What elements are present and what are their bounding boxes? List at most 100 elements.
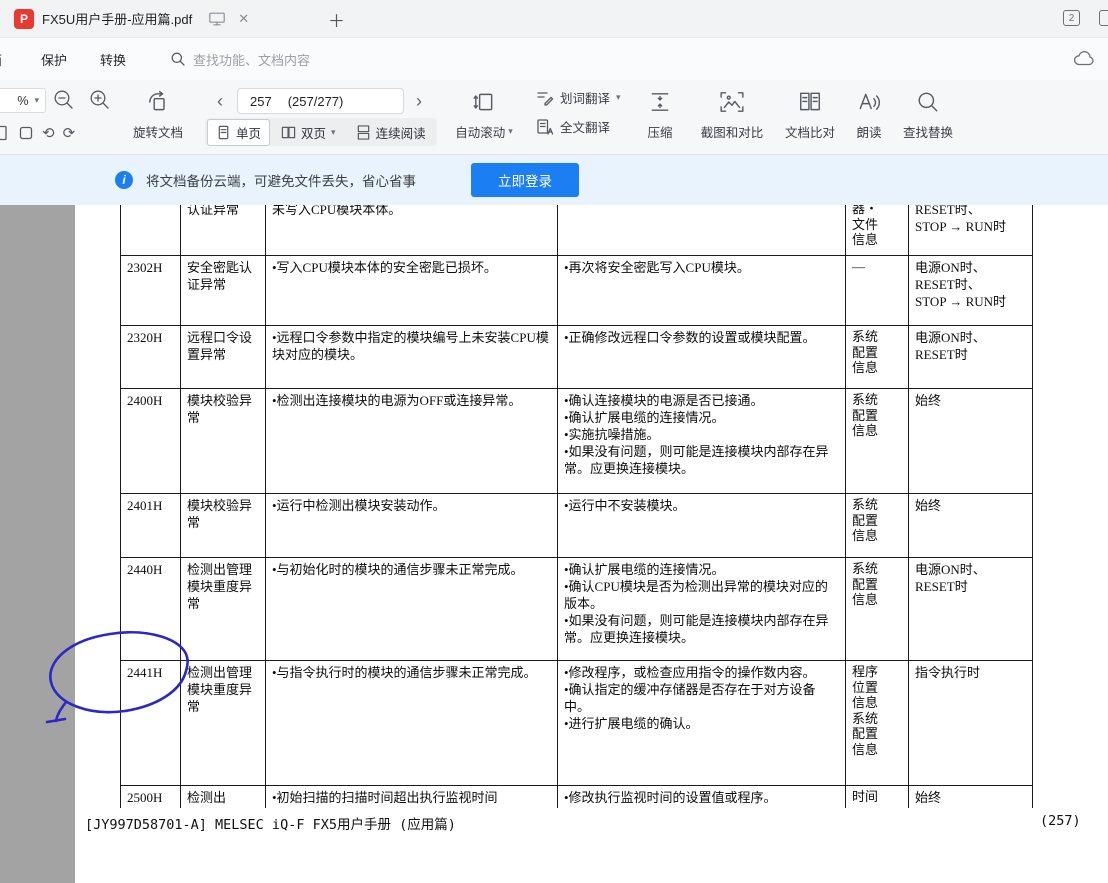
document-tab[interactable]: P FX5U用户手册-应用篇.pdf ✕ (0, 0, 259, 38)
chevron-down-icon: ▾ (34, 95, 39, 106)
cell-timing: 指令执行时 (909, 661, 1033, 786)
search-input[interactable]: 查找功能、文档内容 (170, 50, 310, 69)
login-button[interactable]: 立即登录 (471, 163, 579, 197)
zoom-level-select[interactable]: % ▾ (0, 88, 46, 113)
cell-error-name: 安全密匙认证异常 (181, 256, 266, 326)
auto-scroll-button[interactable]: 自动滚动▾ (445, 90, 523, 141)
find-replace-button[interactable]: 查找替换 (888, 90, 968, 141)
screenshot-compare-icon (719, 90, 745, 114)
cell-related-info: — (846, 256, 909, 326)
full-translate-icon (536, 118, 554, 136)
screenshot-compare-button[interactable]: 截图和对比 (692, 90, 772, 141)
page-footer-left: [JY997D58701-A] MELSEC iQ-F FX5用户手册 (应用篇… (85, 813, 456, 833)
cloud-sync-icon[interactable] (1072, 50, 1096, 68)
search-icon (170, 51, 186, 67)
read-aloud-button[interactable]: 朗读 (845, 90, 893, 141)
hand-tool-icon[interactable] (18, 125, 34, 141)
document-compare-button[interactable]: 文档比对 (770, 90, 850, 141)
table-row: 2400H模块校验异常•检测出连接模块的电源为OFF或连接异常。•确认连接模块的… (121, 389, 1033, 494)
table-row: 2440H检测出管理模块重度异常•与初始化时的模块的通信步骤未正常完成。•确认扩… (121, 558, 1033, 661)
cell-description: •初始扫描的扫描时间超出执行监视时间 (266, 786, 558, 809)
double-page-button[interactable]: 双页 ▾ (272, 119, 345, 146)
cell-error-name: 认证异常 (181, 205, 266, 256)
new-tab-button[interactable]: ＋ (328, 7, 345, 32)
rotate-document-button[interactable]: 旋转文档 (129, 90, 187, 141)
pdf-table-body: 认证异常未写入CPU模块本体。器・ 文件 信息RESET时、 STOP → RU… (121, 205, 1033, 808)
double-page-icon (281, 125, 296, 140)
quick-tools: ⟲ ⟳ (0, 124, 75, 142)
continuous-read-button[interactable]: 连续阅读 (347, 119, 435, 146)
cell-description: •与指令执行时的模块的通信步骤未正常完成。 (266, 661, 558, 786)
cell-action: •确认连接模块的电源是否已接通。•确认扩展电缆的连接情况。•实施抗噪措施。•如果… (558, 389, 846, 494)
menu-item-protect[interactable]: 保护 (41, 50, 67, 69)
workspace-icon[interactable]: 2 (1063, 10, 1080, 26)
zoom-out-button[interactable] (52, 88, 75, 111)
undo-button[interactable]: ⟲ (42, 124, 55, 142)
next-page-button[interactable]: › (416, 92, 422, 110)
menu-bar: 面 保护 转换 查找功能、文档内容 (0, 38, 1108, 80)
window-control-icon[interactable] (1099, 10, 1108, 26)
zoom-value: % (17, 94, 28, 108)
cell-timing: 电源ON时、 RESET时 (909, 558, 1033, 661)
cell-timing: 始终 (909, 786, 1033, 809)
cell-error-code: 2441H (121, 661, 181, 786)
page-number-box[interactable]: 257 (257/277) (237, 88, 404, 114)
zoom-in-button[interactable] (88, 88, 111, 111)
cell-action: •运行中不安装模块。 (558, 494, 846, 558)
single-page-icon (216, 125, 231, 140)
table-row: 认证异常未写入CPU模块本体。器・ 文件 信息RESET时、 STOP → RU… (121, 205, 1033, 256)
cell-action: •修改执行监视时间的设置值或程序。 (558, 786, 846, 809)
find-replace-icon (916, 90, 940, 114)
banner-message: 将文档备份云端，可避免文件丢失，省心省事 (146, 170, 416, 190)
tab-title: FX5U用户手册-应用篇.pdf (42, 9, 192, 28)
cell-description: •写入CPU模块本体的安全密匙已损坏。 (266, 256, 558, 326)
cell-description: 未写入CPU模块本体。 (266, 205, 558, 256)
pdf-file-icon: P (14, 9, 34, 29)
error-code-table: 认证异常未写入CPU模块本体。器・ 文件 信息RESET时、 STOP → RU… (120, 205, 1033, 808)
info-icon: i (115, 171, 133, 189)
word-translate-button[interactable]: 划词翻译 ▾ (536, 88, 621, 107)
document-viewport[interactable]: 认证异常未写入CPU模块本体。器・ 文件 信息RESET时、 STOP → RU… (0, 205, 1108, 883)
cell-timing: 始终 (909, 494, 1033, 558)
close-tab-icon[interactable]: ✕ (238, 11, 249, 27)
cell-action: •修改程序，或检查应用指令的操作数内容。•确认指定的缓冲存储器是否存在于对方设备… (558, 661, 846, 786)
table-row: 2401H模块校验异常•运行中检测出模块安装动作。•运行中不安装模块。系统 配置… (121, 494, 1033, 558)
presentation-icon[interactable] (208, 11, 226, 27)
cell-error-code: 2400H (121, 389, 181, 494)
cell-related-info: 程序 位置 信息 系统 配置 信息 (846, 661, 909, 786)
redo-button[interactable]: ⟳ (63, 124, 76, 142)
table-clip: 认证异常未写入CPU模块本体。器・ 文件 信息RESET时、 STOP → RU… (120, 205, 1033, 808)
menu-item-page[interactable]: 面 (0, 50, 2, 69)
previous-page-button[interactable]: ‹ (217, 92, 223, 110)
cell-description: •与初始化时的模块的通信步骤未正常完成。 (266, 558, 558, 661)
cell-action: •确认扩展电缆的连接情况。•确认CPU模块是否为检测出异常的模块对应的版本。•如… (558, 558, 846, 661)
cell-description: •检测出连接模块的电源为OFF或连接异常。 (266, 389, 558, 494)
single-page-button[interactable]: 单页 (207, 119, 270, 146)
menu-item-convert[interactable]: 转换 (100, 50, 126, 69)
search-placeholder: 查找功能、文档内容 (193, 50, 310, 69)
auto-scroll-icon (472, 90, 496, 114)
cell-related-info: 时间 (846, 786, 909, 809)
cell-description: •远程口令参数中指定的模块编号上未安装CPU模块对应的模块。 (266, 326, 558, 389)
cell-related-info: 系统 配置 信息 (846, 494, 909, 558)
cell-description: •运行中检测出模块安装动作。 (266, 494, 558, 558)
table-row: 2302H安全密匙认证异常•写入CPU模块本体的安全密匙已损坏。•再次将安全密匙… (121, 256, 1033, 326)
read-aloud-icon (857, 90, 881, 114)
cell-timing: 始终 (909, 389, 1033, 494)
page-number-input[interactable]: 257 (250, 94, 272, 109)
compress-button[interactable]: 压缩 (634, 90, 686, 141)
cell-error-name: 检测出 (181, 786, 266, 809)
cell-error-name: 模块校验异常 (181, 389, 266, 494)
cloud-backup-banner: i 将文档备份云端，可避免文件丢失，省心省事 立即登录 (0, 155, 1108, 205)
full-translate-button[interactable]: 全文翻译 (536, 117, 621, 136)
cell-action: •正确修改远程口令参数的设置或模块配置。 (558, 326, 846, 389)
chevron-down-icon: ▾ (616, 92, 621, 103)
cell-error-name: 检测出管理模块重度异常 (181, 661, 266, 786)
select-tool-icon[interactable] (0, 125, 10, 141)
table-row: 2320H远程口令设置异常•远程口令参数中指定的模块编号上未安装CPU模块对应的… (121, 326, 1033, 389)
page-footer-right: (257) (1040, 813, 1081, 829)
cell-related-info: 系统 配置 信息 (846, 326, 909, 389)
cell-timing: RESET时、 STOP → RUN时 (909, 205, 1033, 256)
document-compare-icon (798, 90, 822, 114)
tab-bar: P FX5U用户手册-应用篇.pdf ✕ ＋ 2 (0, 0, 1108, 38)
